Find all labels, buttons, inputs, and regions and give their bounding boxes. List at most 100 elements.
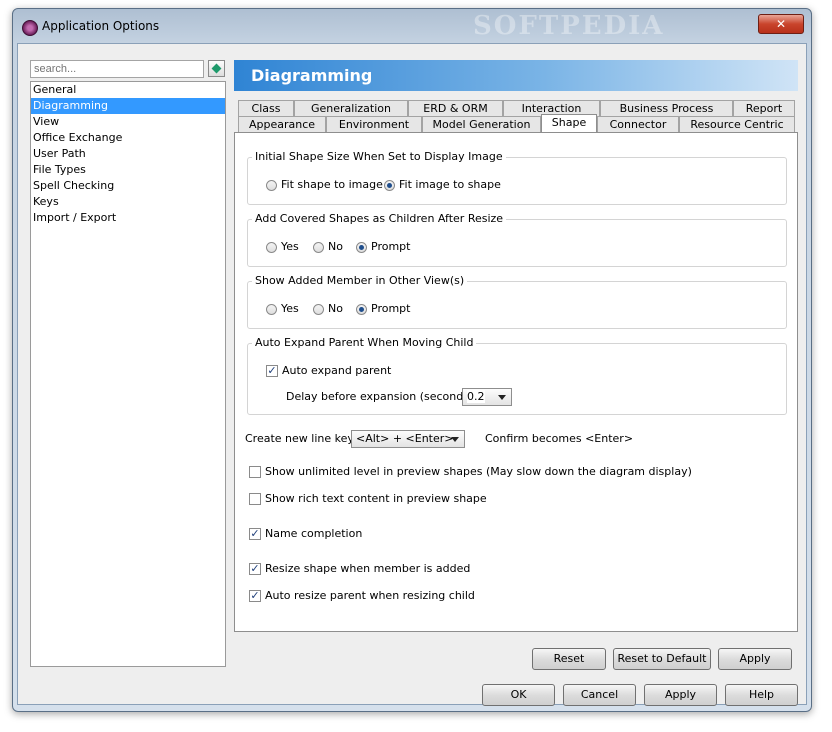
radio-label: No bbox=[328, 302, 343, 315]
resize-shape-checkbox[interactable]: ✓ Resize shape when member is added bbox=[249, 562, 470, 576]
shape-tab-content: Initial Shape Size When Set to Display I… bbox=[234, 132, 798, 632]
chevron-down-icon bbox=[498, 395, 506, 400]
radio-button[interactable] bbox=[384, 179, 395, 191]
tree-item-general[interactable]: General bbox=[31, 82, 225, 98]
checkbox[interactable] bbox=[249, 466, 261, 478]
radio-label: Prompt bbox=[371, 302, 411, 315]
delay-label: Delay before expansion (seconds) : bbox=[286, 390, 481, 403]
tree-item-keys[interactable]: Keys bbox=[31, 194, 225, 210]
radio-label: Yes bbox=[281, 302, 299, 315]
radio-label: Prompt bbox=[371, 240, 411, 253]
checkbox[interactable]: ✓ bbox=[249, 590, 261, 602]
checkbox[interactable]: ✓ bbox=[249, 563, 261, 575]
close-icon: ✕ bbox=[775, 17, 787, 31]
checkbox-label: Auto expand parent bbox=[282, 364, 392, 377]
checkbox-label: Show unlimited level in preview shapes (… bbox=[265, 465, 692, 478]
group-legend: Auto Expand Parent When Moving Child bbox=[252, 337, 477, 349]
tab-erd-orm[interactable]: ERD & ORM bbox=[408, 100, 503, 116]
radio-label: Fit image to shape bbox=[399, 178, 501, 191]
radio-button[interactable] bbox=[266, 179, 277, 191]
radio-label: Fit shape to image bbox=[281, 178, 383, 191]
page-title: Diagramming bbox=[251, 66, 373, 85]
tree-item-view[interactable]: View bbox=[31, 114, 225, 130]
search-go-button[interactable] bbox=[208, 60, 225, 77]
search-input[interactable] bbox=[30, 60, 204, 78]
cancel-button[interactable]: Cancel bbox=[563, 684, 636, 706]
radio-button[interactable] bbox=[313, 241, 324, 253]
reset-button[interactable]: Reset bbox=[532, 648, 606, 670]
tab-appearance[interactable]: Appearance bbox=[238, 116, 326, 132]
group-legend: Show Added Member in Other View(s) bbox=[252, 275, 468, 287]
auto-expand-parent-group: Auto Expand Parent When Moving Child ✓ A… bbox=[247, 337, 787, 415]
show-unlimited-level-checkbox[interactable]: Show unlimited level in preview shapes (… bbox=[249, 465, 692, 479]
group-legend: Add Covered Shapes as Children After Res… bbox=[252, 213, 507, 225]
application-options-window: Application Options SOFTPEDIA ✕ General … bbox=[12, 8, 812, 712]
page-header: Diagramming bbox=[234, 60, 798, 91]
tree-item-user-path[interactable]: User Path bbox=[31, 146, 225, 162]
help-button[interactable]: Help bbox=[725, 684, 798, 706]
delay-value: 0.2 bbox=[467, 390, 485, 403]
delay-select[interactable]: 0.2 bbox=[462, 388, 512, 406]
search-go-icon bbox=[211, 63, 222, 74]
title-bar[interactable]: Application Options SOFTPEDIA ✕ bbox=[13, 9, 811, 43]
radio-button[interactable] bbox=[356, 241, 367, 253]
tab-report[interactable]: Report bbox=[733, 100, 795, 116]
radio-button[interactable] bbox=[313, 303, 324, 315]
name-completion-checkbox[interactable]: ✓ Name completion bbox=[249, 527, 362, 541]
tree-item-diagramming[interactable]: Diagramming bbox=[31, 98, 225, 114]
radio-button[interactable] bbox=[266, 303, 277, 315]
window-title: Application Options bbox=[42, 19, 160, 33]
checkbox[interactable]: ✓ bbox=[266, 365, 278, 377]
reset-to-default-button[interactable]: Reset to Default bbox=[613, 648, 711, 670]
tab-resource-centric[interactable]: Resource Centric bbox=[679, 116, 795, 132]
radio-label: Yes bbox=[281, 240, 299, 253]
tab-class[interactable]: Class bbox=[238, 100, 294, 116]
checkbox[interactable]: ✓ bbox=[249, 528, 261, 540]
radio-fit-image-to-shape[interactable]: Fit image to shape bbox=[384, 178, 501, 192]
radio-button[interactable] bbox=[356, 303, 367, 315]
auto-resize-parent-checkbox[interactable]: ✓ Auto resize parent when resizing child bbox=[249, 589, 475, 603]
ok-button[interactable]: OK bbox=[482, 684, 555, 706]
checkbox-label: Name completion bbox=[265, 527, 363, 540]
initial-shape-size-group: Initial Shape Size When Set to Display I… bbox=[247, 151, 787, 205]
radio-covered-prompt[interactable]: Prompt bbox=[356, 240, 410, 254]
radio-label: No bbox=[328, 240, 343, 253]
checkbox-label: Show rich text content in preview shape bbox=[265, 492, 487, 505]
tab-generalization[interactable]: Generalization bbox=[294, 100, 408, 116]
covered-shapes-group: Add Covered Shapes as Children After Res… bbox=[247, 213, 787, 267]
tree-item-office-exchange[interactable]: Office Exchange bbox=[31, 130, 225, 146]
new-line-key-value: <Alt> + <Enter> bbox=[356, 432, 454, 445]
radio-covered-no[interactable]: No bbox=[313, 240, 343, 254]
radio-member-prompt[interactable]: Prompt bbox=[356, 302, 410, 316]
confirm-text: Confirm becomes <Enter> bbox=[485, 432, 634, 445]
radio-member-no[interactable]: No bbox=[313, 302, 343, 316]
tab-connector[interactable]: Connector bbox=[597, 116, 679, 132]
radio-covered-yes[interactable]: Yes bbox=[266, 240, 299, 254]
radio-member-yes[interactable]: Yes bbox=[266, 302, 299, 316]
checkbox[interactable] bbox=[249, 493, 261, 505]
chevron-down-icon bbox=[451, 437, 459, 442]
tab-environment[interactable]: Environment bbox=[326, 116, 422, 132]
radio-fit-shape-to-image[interactable]: Fit shape to image bbox=[266, 178, 383, 192]
app-logo-icon bbox=[22, 20, 38, 36]
panel-apply-button[interactable]: Apply bbox=[718, 648, 792, 670]
tree-item-import-export[interactable]: Import / Export bbox=[31, 210, 225, 226]
tree-item-spell-checking[interactable]: Spell Checking bbox=[31, 178, 225, 194]
checkbox-label: Auto resize parent when resizing child bbox=[265, 589, 475, 602]
auto-expand-parent-checkbox[interactable]: ✓ Auto expand parent bbox=[266, 364, 391, 378]
tab-business-process[interactable]: Business Process bbox=[600, 100, 733, 116]
group-legend: Initial Shape Size When Set to Display I… bbox=[252, 151, 506, 163]
new-line-key-label: Create new line key : bbox=[245, 432, 362, 445]
close-button[interactable]: ✕ bbox=[758, 14, 804, 34]
new-line-key-select[interactable]: <Alt> + <Enter> bbox=[351, 430, 465, 448]
show-added-member-group: Show Added Member in Other View(s) Yes N… bbox=[247, 275, 787, 329]
tree-item-file-types[interactable]: File Types bbox=[31, 162, 225, 178]
radio-button[interactable] bbox=[266, 241, 277, 253]
checkbox-label: Resize shape when member is added bbox=[265, 562, 471, 575]
show-rich-text-checkbox[interactable]: Show rich text content in preview shape bbox=[249, 492, 487, 506]
tab-model-generation[interactable]: Model Generation bbox=[422, 116, 541, 132]
tab-shape[interactable]: Shape bbox=[541, 114, 597, 133]
dialog-client-area: General Diagramming View Office Exchange… bbox=[17, 43, 807, 706]
watermark: SOFTPEDIA bbox=[473, 11, 665, 41]
apply-button[interactable]: Apply bbox=[644, 684, 717, 706]
